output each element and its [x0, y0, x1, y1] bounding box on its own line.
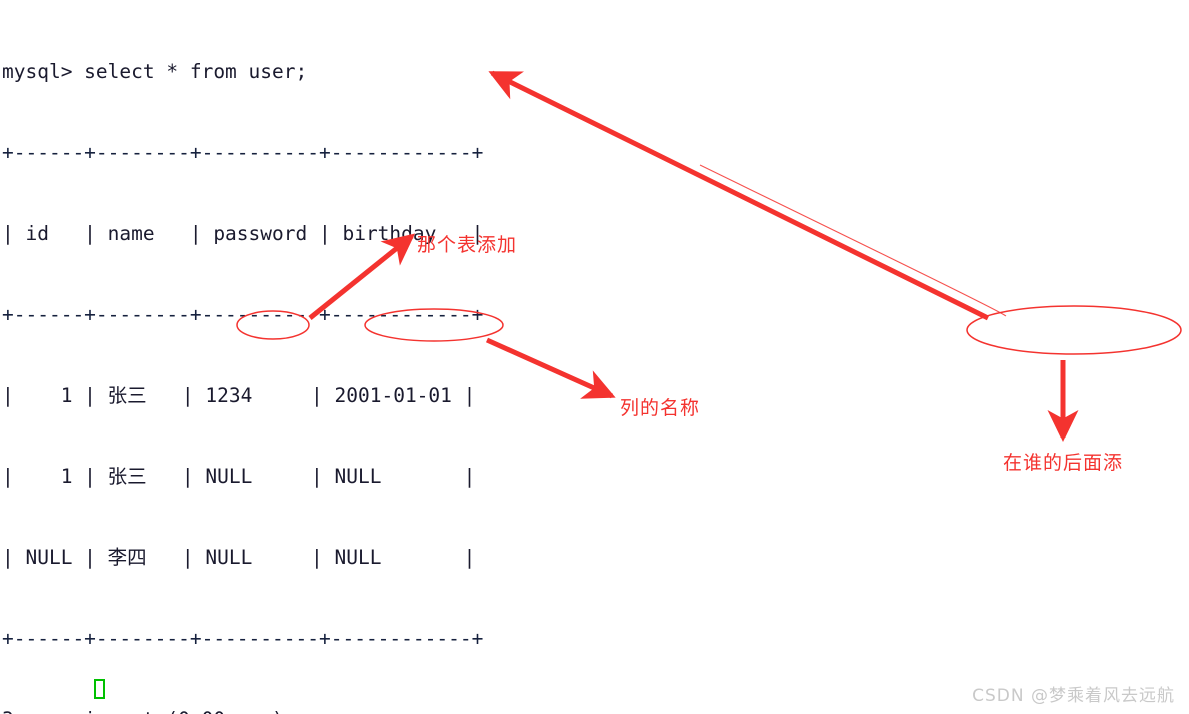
- terminal-line: +------+--------+----------+------------…: [2, 627, 484, 650]
- terminal-line: mysql> select * from user;: [2, 60, 308, 83]
- terminal-line: | id | name | password | birthday |: [2, 222, 484, 245]
- terminal-line: | 1 | 张三 | 1234 | 2001-01-01 |: [2, 384, 476, 407]
- terminal-line: 3 rows in set (0.00 sec): [2, 706, 1189, 714]
- annotation-label-column-name: 列的名称: [620, 397, 701, 419]
- text-cursor: [94, 679, 105, 699]
- terminal-line: +------+--------+----------+------------…: [2, 303, 484, 326]
- csdn-watermark: CSDN @梦乘着风去远航: [972, 686, 1175, 706]
- terminal-line: +------+--------+----------+------------…: [2, 141, 484, 164]
- annotation-label-table-name: 那个表添加: [417, 234, 518, 256]
- annotation-label-after-clause: 在谁的后面添: [1003, 452, 1124, 474]
- terminal-line: | NULL | 李四 | NULL | NULL |: [2, 546, 476, 569]
- terminal-output: mysql> select * from user; +------+-----…: [0, 0, 1189, 714]
- terminal-screenshot: mysql> select * from user; +------+-----…: [0, 0, 1189, 714]
